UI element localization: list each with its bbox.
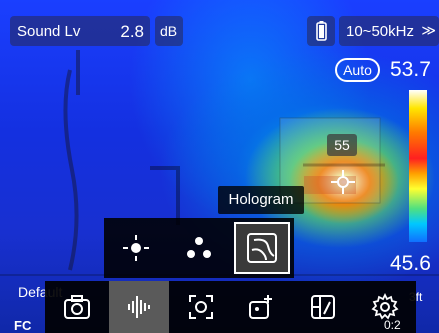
sound-level-value: 2.8	[120, 22, 144, 41]
brand-mark: FC	[14, 318, 32, 333]
scale-max-value: 53.7	[390, 58, 431, 81]
sound-level-label: Sound Lv	[17, 23, 81, 40]
chevron-right-icon: ≫	[421, 22, 436, 38]
camera-button[interactable]	[47, 281, 107, 333]
sound-unit-chip: dB	[155, 16, 183, 46]
frequency-range: 10~50kHz	[346, 23, 414, 40]
focus-icon	[189, 295, 213, 319]
add-image-icon	[249, 295, 272, 319]
focus-button[interactable]	[171, 281, 231, 333]
battery-icon	[316, 21, 327, 41]
timestamp-fragment: 0:2	[384, 318, 401, 332]
hologram-icon	[247, 233, 277, 263]
auto-scale-button[interactable]: Auto	[335, 58, 380, 82]
battery-chip	[307, 16, 335, 46]
display-mode-panel	[104, 218, 294, 278]
brightness-icon	[123, 235, 149, 261]
sound-level-chip: Sound Lv 2.8	[10, 16, 150, 46]
audio-waveform-icon	[128, 296, 150, 318]
bottom-toolbar	[45, 281, 416, 333]
scale-min-value: 45.6	[390, 252, 431, 275]
hologram-tooltip: Hologram	[218, 186, 304, 214]
crosshair-icon	[331, 170, 355, 194]
palette-icon	[311, 295, 335, 319]
audio-waveform-button[interactable]	[109, 281, 169, 333]
dots-mode-button[interactable]	[171, 222, 227, 274]
dots-icon	[187, 237, 211, 258]
camera-view[interactable]: Sound Lv 2.8 dB 10~50kHz ≫ Auto 53.7 45.…	[0, 0, 439, 333]
camera-icon	[64, 295, 90, 319]
brightness-mode-button[interactable]	[108, 222, 164, 274]
hologram-mode-button[interactable]	[234, 222, 290, 274]
peak-value-badge: 55	[327, 134, 357, 156]
add-image-button[interactable]	[231, 281, 291, 333]
palette-button[interactable]	[293, 281, 353, 333]
sound-unit: dB	[160, 23, 178, 39]
frequency-selector[interactable]: 10~50kHz ≫	[339, 16, 439, 46]
color-scale-bar	[409, 90, 427, 242]
